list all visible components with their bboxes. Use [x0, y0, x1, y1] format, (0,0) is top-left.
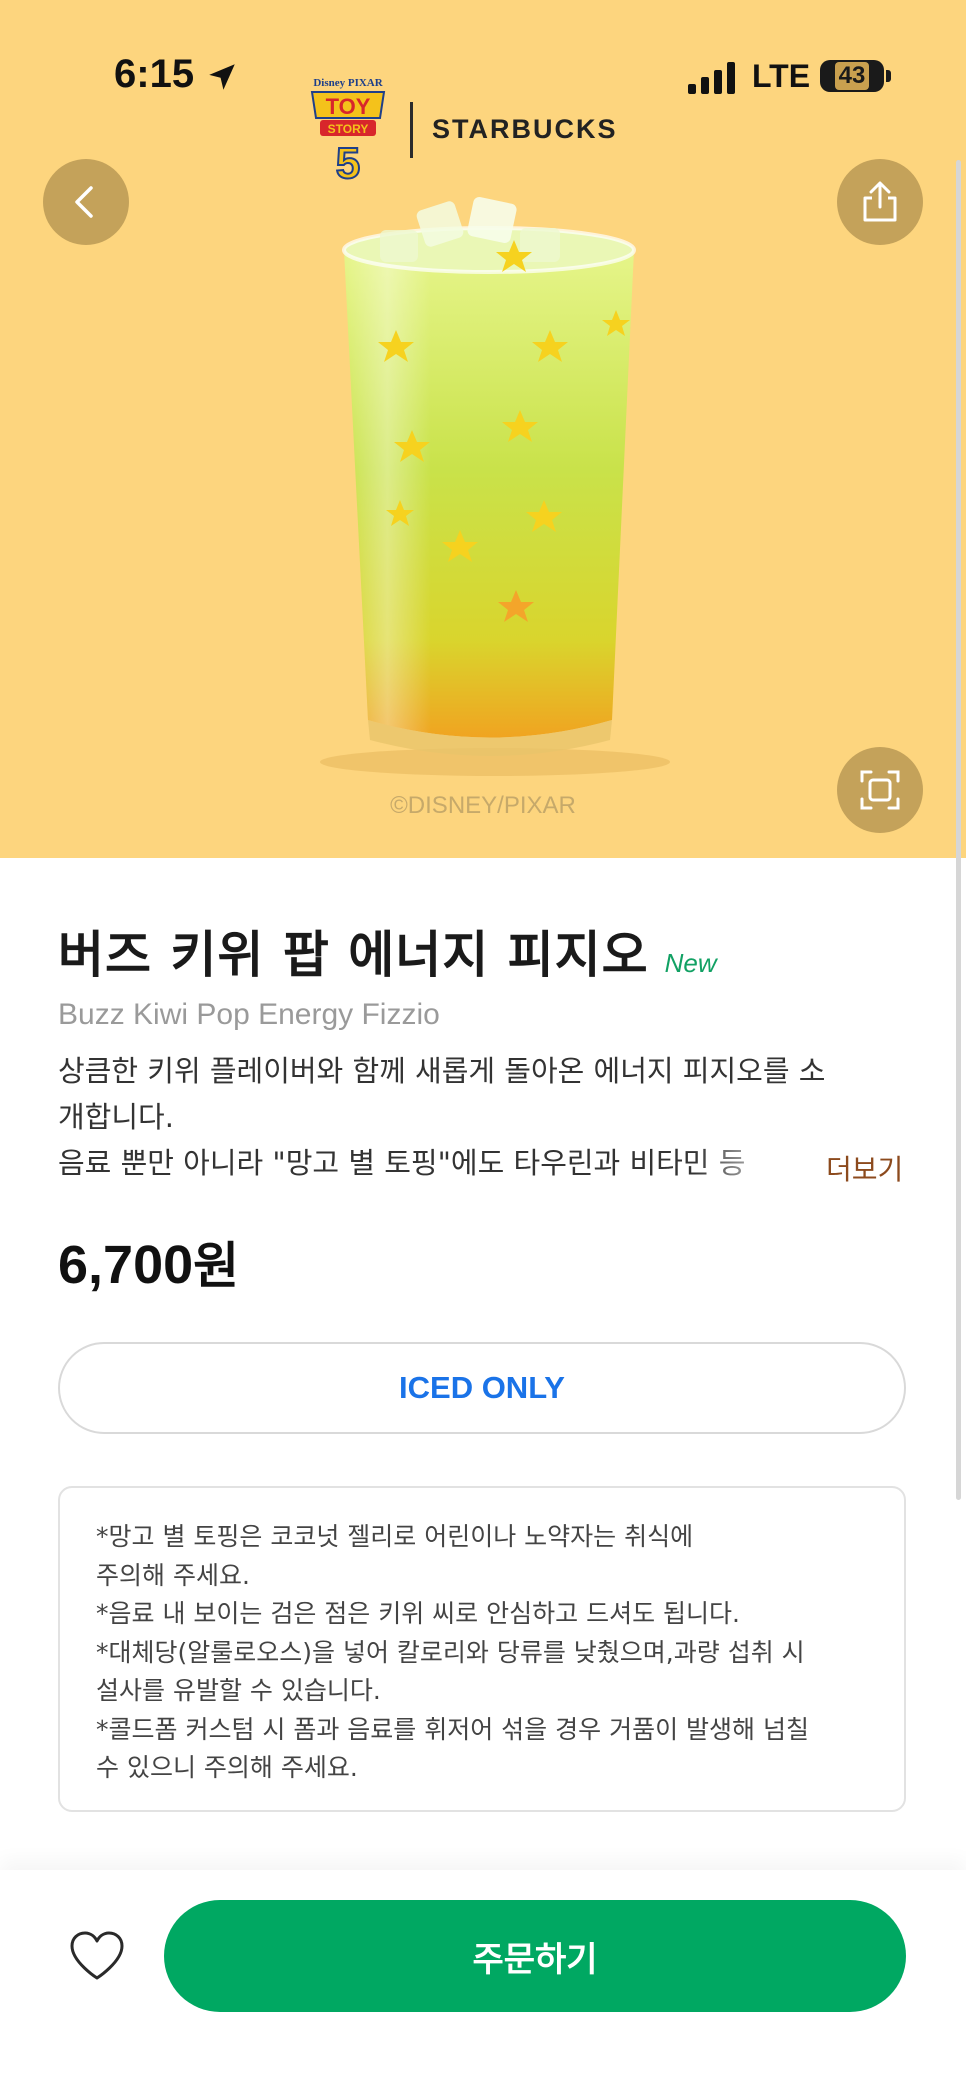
- notice-box: *망고 별 토핑은 코코넛 젤리로 어린이나 노약자는 취식에 주의해 주세요.…: [58, 1486, 906, 1812]
- product-description: 상큼한 키위 플레이버와 함께 새롭게 돌아온 에너지 피지오를 소 개합니다.…: [58, 1048, 898, 1186]
- new-badge: New: [664, 948, 717, 978]
- battery-level: 43: [834, 62, 870, 90]
- image-credit: ©DISNEY/PIXAR: [390, 792, 576, 819]
- location-arrow-icon: [209, 64, 235, 90]
- toy-story-logo: Disney PIXAR TOY STORY 5: [310, 77, 386, 184]
- bottom-action-bar: 주문하기: [0, 1870, 966, 2100]
- svg-text:TOY: TOY: [326, 94, 371, 119]
- svg-text:Disney PIXAR: Disney PIXAR: [313, 77, 383, 89]
- battery-tip: [886, 70, 891, 82]
- more-link[interactable]: 더보기: [826, 1148, 903, 1188]
- notice-line: 주의해 주세요.: [96, 1560, 250, 1590]
- notice-line: *콜드폼 커스텀 시 폼과 음료를 휘저어 섞을 경우 거품이 발생해 넘칠: [96, 1714, 809, 1744]
- notice-line: *망고 별 토핑은 코코넛 젤리로 어린이나 노약자는 취식에: [96, 1522, 694, 1551]
- starbucks-wordmark: STARBUCKS: [432, 114, 618, 144]
- status-time: 6:15: [114, 52, 195, 96]
- product-name-english: Buzz Kiwi Pop Energy Fizzio: [58, 998, 440, 1031]
- battery-icon: 43: [820, 60, 884, 92]
- svg-text:STORY: STORY: [328, 122, 369, 136]
- description-line: 개합니다.: [58, 1100, 174, 1134]
- price: 6,700원: [58, 1226, 239, 1298]
- description-line: 상큼한 키위 플레이버와 함께 새롭게 돌아온 에너지 피지오를 소: [58, 1054, 826, 1088]
- chevron-left-icon: [75, 186, 93, 218]
- iced-only-option[interactable]: ICED ONLY: [58, 1342, 906, 1434]
- notice-line: 설사를 유발할 수 있습니다.: [96, 1676, 381, 1705]
- brand-divider: [410, 102, 413, 158]
- product-name: 버즈 키위 팝 에너지 피지오: [58, 926, 649, 984]
- fullscreen-button[interactable]: [837, 747, 923, 833]
- scroll-indicator[interactable]: [956, 160, 961, 1500]
- back-button[interactable]: [43, 159, 129, 245]
- product-image: [320, 196, 670, 776]
- order-button[interactable]: 주문하기: [164, 1900, 906, 2012]
- product-hero: 6:15 LTE 43 Disney PIXAR TOY STORY 5 STA…: [0, 0, 966, 858]
- price-currency: 원: [193, 1237, 240, 1295]
- share-icon: [863, 181, 897, 222]
- share-button[interactable]: [837, 159, 923, 245]
- notice-line: 수 있으니 주의해 주세요.: [96, 1753, 358, 1782]
- notice-line: *대체당(알룰로오스)을 넣어 칼로리와 당류를 낮췄으며,과량 섭취 시: [96, 1637, 805, 1667]
- notice-line: *음료 내 보이는 검은 점은 키위 씨로 안심하고 드셔도 됩니다.: [96, 1599, 740, 1628]
- svg-text:5: 5: [336, 139, 360, 184]
- product-title-row: 버즈 키위 팝 에너지 피지오 New: [58, 915, 717, 987]
- fullscreen-icon: [860, 770, 900, 810]
- description-line: 음료 뿐만 아니라 "망고 별 토핑"에도 타우린과 비타민 등: [58, 1146, 746, 1180]
- brand-lockup: Disney PIXAR TOY STORY 5 STARBUCKS: [306, 74, 666, 184]
- price-value: 6,700: [58, 1235, 194, 1295]
- signal-icon: [688, 62, 735, 94]
- heart-icon[interactable]: [68, 1930, 126, 1982]
- network-label: LTE: [752, 58, 811, 94]
